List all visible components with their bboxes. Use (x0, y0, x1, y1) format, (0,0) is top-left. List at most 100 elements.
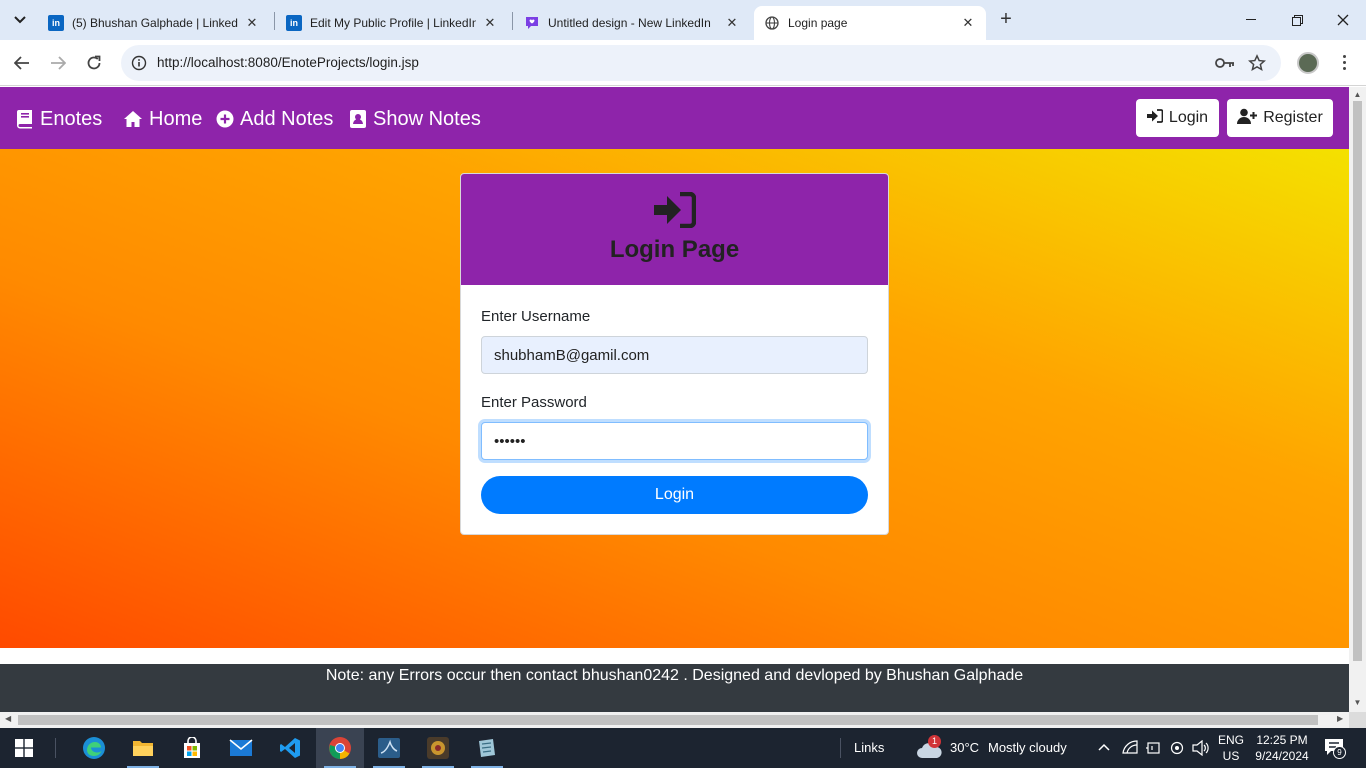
scroll-down-arrow-icon[interactable]: ▼ (1353, 698, 1362, 707)
vertical-scroll-thumb[interactable] (1353, 101, 1362, 661)
scroll-up-arrow-icon[interactable]: ▲ (1353, 90, 1362, 99)
taskbar-file-explorer[interactable] (119, 728, 167, 768)
database-tool-icon (378, 738, 400, 758)
register-nav-button[interactable]: Register (1227, 99, 1333, 137)
site-info-icon[interactable] (129, 53, 149, 73)
arrow-right-icon (51, 56, 66, 70)
horizontal-scroll-thumb[interactable] (18, 715, 1318, 725)
meet-now-icon[interactable] (1169, 740, 1185, 761)
taskbar-vscode[interactable] (266, 728, 314, 768)
volume-icon[interactable] (1192, 739, 1210, 761)
nav-add-notes[interactable]: Add Notes (216, 105, 333, 133)
vertical-scrollbar[interactable]: ▲ ▼ (1349, 87, 1366, 712)
store-icon (184, 737, 200, 758)
taskbar-app[interactable] (463, 728, 511, 768)
username-label: Enter Username (481, 308, 591, 325)
notification-center-icon[interactable]: 9 (1324, 738, 1346, 760)
minimize-button[interactable] (1228, 0, 1274, 40)
login-nav-button[interactable]: Login (1136, 99, 1219, 137)
browser-toolbar: http://localhost:8080/EnoteProjects/logi… (0, 40, 1366, 86)
start-button[interactable] (0, 728, 48, 768)
notification-count-badge: 9 (1333, 746, 1346, 759)
taskbar-chrome[interactable] (316, 728, 364, 768)
close-icon (1337, 14, 1349, 26)
linkedin-icon: in (286, 15, 302, 31)
close-tab-icon[interactable]: ✕ (960, 15, 976, 31)
input-language[interactable]: ENG US (1214, 732, 1248, 764)
login-page-title: Login Page (609, 236, 740, 263)
login-card: Login Page Enter Username shubhamB@gamil… (460, 173, 889, 535)
show-hidden-icons-chevron-icon[interactable] (1097, 740, 1111, 759)
weather-description[interactable]: Mostly cloudy (988, 740, 1067, 755)
browser-menu-icon[interactable] (1334, 50, 1354, 74)
canva-icon (524, 15, 540, 31)
weather-temperature[interactable]: 30°C (950, 740, 979, 755)
home-icon (123, 110, 143, 128)
battery-plug-icon[interactable] (1145, 740, 1161, 761)
close-tab-icon[interactable]: ✕ (724, 15, 740, 31)
forward-button[interactable] (43, 48, 73, 78)
taskbar-store[interactable] (168, 728, 216, 768)
browser-tab[interactable]: in Edit My Public Profile | LinkedIn ✕ (276, 6, 508, 40)
tab-divider (274, 12, 275, 30)
scroll-left-arrow-icon[interactable]: ◀ (5, 714, 11, 723)
page-viewport: Enotes Home Add Notes Show Notes Login R… (0, 87, 1349, 712)
profile-avatar[interactable] (1297, 52, 1319, 74)
globe-icon (764, 15, 780, 31)
close-tab-icon[interactable]: ✕ (244, 15, 260, 31)
bookmark-star-icon[interactable] (1247, 53, 1267, 73)
nav-home[interactable]: Home (123, 105, 202, 133)
chrome-icon (329, 737, 351, 759)
restore-button[interactable] (1274, 0, 1320, 40)
user-plus-icon (1237, 108, 1258, 129)
system-clock[interactable]: 12:25 PM 9/24/2024 (1250, 732, 1314, 764)
new-tab-button[interactable]: + (994, 8, 1018, 32)
windows-taskbar: Links 1 30°C Mostly cloudy ENG US 12:25 … (0, 728, 1366, 768)
minimize-icon (1246, 19, 1256, 20)
login-card-header: Login Page (461, 174, 888, 285)
footer-note: Note: any Errors occur then contact bhus… (325, 667, 1024, 684)
site-navbar: Enotes Home Add Notes Show Notes Login R… (0, 87, 1349, 149)
browser-tab-active[interactable]: Login page ✕ (754, 6, 986, 40)
reload-button[interactable] (79, 48, 109, 78)
taskbar-divider (840, 738, 841, 758)
taskbar-links-toolbar[interactable]: Links (854, 740, 884, 755)
weather-badge: 1 (928, 735, 941, 748)
app-icon (427, 737, 449, 759)
restore-icon (1291, 14, 1303, 26)
weather-icon[interactable]: 1 (916, 735, 944, 760)
nav-show-notes[interactable]: Show Notes (349, 105, 481, 133)
scroll-right-arrow-icon[interactable]: ▶ (1337, 714, 1343, 723)
taskbar-sql-tool[interactable] (365, 728, 413, 768)
scrollbar-corner (1349, 712, 1366, 728)
close-tab-icon[interactable]: ✕ (482, 15, 498, 31)
edge-icon (83, 737, 105, 759)
sign-in-icon (1146, 108, 1164, 128)
username-input[interactable]: shubhamB@gamil.com (481, 336, 868, 374)
password-label: Enter Password (481, 394, 587, 411)
nav-brand[interactable]: Enotes (16, 105, 102, 133)
back-button[interactable] (7, 48, 37, 78)
page-footer: Note: any Errors occur then contact bhus… (0, 664, 1349, 712)
close-window-button[interactable] (1320, 0, 1366, 40)
browser-tab[interactable]: in (5) Bhushan Galphade | LinkedIn ✕ (38, 6, 270, 40)
vscode-icon (280, 738, 300, 758)
address-bar[interactable]: http://localhost:8080/EnoteProjects/logi… (121, 45, 1281, 81)
chevron-down-icon (14, 16, 26, 24)
tab-search-button[interactable] (6, 6, 34, 34)
folder-icon (133, 741, 153, 756)
taskbar-mail[interactable] (217, 728, 265, 768)
browser-tab[interactable]: Untitled design - New LinkedIn ✕ (514, 6, 750, 40)
arrow-left-icon (14, 56, 29, 70)
browser-tab-bar: in (5) Bhushan Galphade | LinkedIn ✕ in … (0, 0, 1366, 40)
url-text[interactable]: http://localhost:8080/EnoteProjects/logi… (157, 55, 419, 70)
app-icon (479, 739, 495, 757)
plus-circle-icon (216, 110, 234, 128)
taskbar-app[interactable] (414, 728, 462, 768)
horizontal-scrollbar[interactable]: ◀ ▶ (0, 712, 1349, 728)
login-submit-button[interactable]: Login (481, 476, 868, 514)
network-icon[interactable] (1122, 740, 1138, 761)
taskbar-edge[interactable] (70, 728, 118, 768)
password-key-icon[interactable] (1215, 53, 1235, 73)
password-input[interactable]: •••••• (481, 422, 868, 460)
